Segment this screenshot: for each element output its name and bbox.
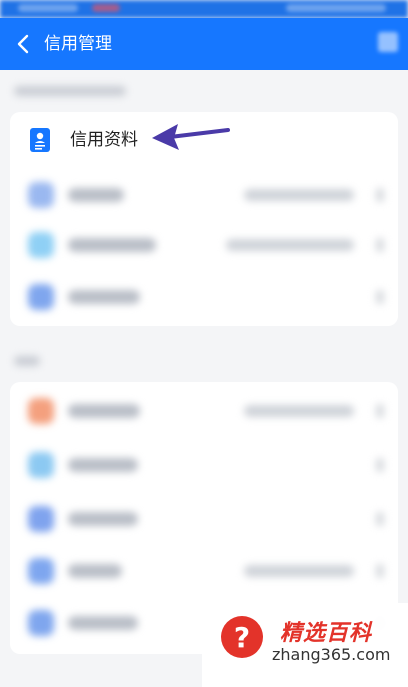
watermark-url: zhang365.com <box>272 645 391 664</box>
svg-text:?: ? <box>234 621 250 654</box>
watermark: ? 精选百科 zhang365.com <box>202 603 408 687</box>
page-title: 信用管理 <box>44 34 112 54</box>
list-item-icon <box>28 232 54 258</box>
list-item-icon <box>28 284 54 310</box>
status-bar <box>0 0 408 18</box>
more-menu-icon[interactable] <box>378 32 398 52</box>
watermark-name: 精选百科 <box>280 621 373 646</box>
list-item[interactable] <box>10 544 398 599</box>
list-item-icon <box>28 610 54 636</box>
list-item[interactable] <box>10 218 398 273</box>
list-item[interactable] <box>10 384 398 439</box>
list-item-icon <box>28 182 54 208</box>
back-arrow-icon[interactable] <box>12 32 36 56</box>
chevron-right-icon <box>376 188 384 202</box>
annotation-arrow-icon <box>152 124 230 150</box>
chevron-right-icon <box>376 404 384 418</box>
app-bar: 信用管理 <box>0 18 408 70</box>
chevron-right-icon <box>376 290 384 304</box>
list-item-icon <box>28 506 54 532</box>
contact-card-icon <box>30 128 50 152</box>
chevron-right-icon <box>376 512 384 526</box>
list-item[interactable] <box>10 270 398 325</box>
section-title-2 <box>14 352 40 370</box>
list-item[interactable] <box>10 492 398 547</box>
question-mark-logo-icon: ? <box>221 616 263 658</box>
list-item[interactable] <box>10 168 398 223</box>
chevron-right-icon <box>376 238 384 252</box>
chevron-right-icon <box>376 458 384 472</box>
section-title-credit <box>14 82 126 100</box>
list-item-icon <box>28 452 54 478</box>
chevron-right-icon <box>376 564 384 578</box>
credit-profile-label: 信用资料 <box>70 130 138 150</box>
list-item[interactable] <box>10 438 398 493</box>
list-item-icon <box>28 558 54 584</box>
list-item-icon <box>28 398 54 424</box>
